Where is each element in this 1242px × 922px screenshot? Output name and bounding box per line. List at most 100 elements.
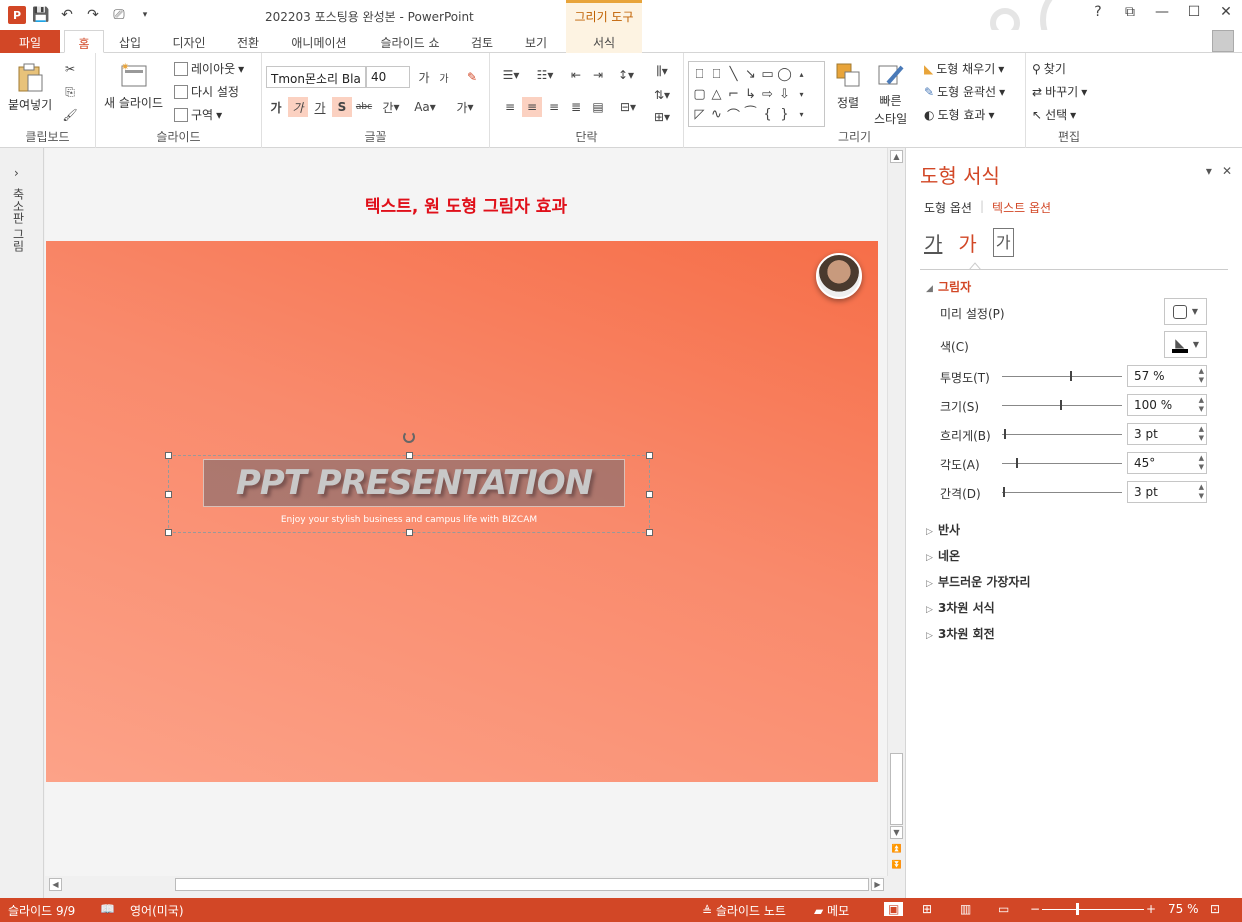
profile-photo-circle[interactable] — [816, 253, 862, 299]
increase-indent-icon[interactable]: ⇥ — [588, 65, 608, 85]
pane-close-icon[interactable]: ✕ — [1222, 164, 1232, 178]
cut-icon[interactable]: ✂ — [60, 59, 80, 79]
fit-slide-icon[interactable]: ⊡ — [1210, 902, 1220, 916]
shape-fill-button[interactable]: ◣ 도형 채우기 ▾ — [924, 60, 1004, 77]
clear-formatting-icon[interactable]: ✎ — [462, 67, 482, 87]
slide-sorter-icon[interactable]: ⊞ — [922, 902, 932, 916]
tab-file[interactable]: 파일 — [0, 30, 60, 53]
text-fill-outline-icon[interactable]: 가 — [924, 228, 942, 257]
text-columns-icon[interactable]: ⊟▾ — [614, 97, 642, 117]
tab-transitions[interactable]: 전환 — [226, 30, 270, 53]
bold-button[interactable]: 가 — [266, 97, 286, 117]
find-button[interactable]: ⚲ 찾기 — [1032, 60, 1066, 77]
zoom-slider[interactable] — [1042, 909, 1144, 910]
zoom-out-icon[interactable]: − — [1030, 902, 1040, 916]
tab-shape-options[interactable]: 도형 옵션 — [924, 199, 972, 216]
language-indicator[interactable]: 영어(미국) — [130, 902, 184, 919]
normal-view-icon[interactable]: ▣ — [884, 902, 904, 916]
grow-font-icon[interactable]: 가 — [414, 67, 434, 87]
strikethrough-button[interactable]: abc — [354, 97, 374, 117]
horizontal-scrollbar[interactable]: ◀ ▶ — [45, 876, 887, 893]
slide-position[interactable]: 슬라이드 9/9 — [8, 902, 75, 919]
arrange-button[interactable]: 정렬 — [834, 61, 862, 111]
transparency-spinner[interactable]: 57 % ▲ ▼ — [1127, 365, 1207, 387]
align-text-icon[interactable]: ⊞▾ — [648, 107, 676, 127]
textbox-shape-icon[interactable]: ⎕ — [691, 64, 708, 84]
blur-spinner[interactable]: 3 pt ▲ ▼ — [1127, 423, 1207, 445]
slide-canvas[interactable]: PPT PRESENTATION Enjoy your stylish busi… — [46, 241, 878, 782]
undo-icon[interactable]: ↶ — [56, 5, 78, 25]
rotate-handle-icon[interactable] — [403, 431, 415, 443]
columns-icon[interactable]: ⫼▾ — [648, 61, 676, 81]
triangle-shape-icon[interactable]: △ — [708, 84, 725, 104]
vertical-scroll-thumb[interactable] — [890, 753, 903, 825]
shape-outline-button[interactable]: ✎ 도형 윤곽선 ▾ — [924, 83, 1005, 100]
next-slide-icon[interactable]: ⏬ — [890, 859, 903, 872]
select-button[interactable]: ↖ 선택 ▾ — [1032, 106, 1076, 123]
tab-view[interactable]: 보기 — [512, 30, 560, 53]
character-spacing-button[interactable]: 간 ▾ — [376, 97, 406, 117]
resize-handle[interactable] — [165, 452, 172, 459]
section-3d-format[interactable]: ▷ 3차원 서식 — [926, 599, 995, 616]
line-shape-icon[interactable]: ╲ — [725, 64, 742, 84]
paste-button[interactable]: 붙여넣기 — [8, 61, 52, 113]
reading-view-icon[interactable]: ▥ — [960, 902, 971, 916]
section-button[interactable]: 구역 ▾ — [174, 106, 222, 123]
quick-styles-button[interactable]: 빠른 스타일 — [874, 61, 907, 127]
reset-button[interactable]: 다시 설정 — [174, 83, 239, 100]
oval-shape-icon[interactable]: ◯ — [776, 64, 793, 84]
textbox-icon[interactable]: 가 — [992, 228, 1014, 257]
spinner-arrows-icon[interactable]: ▲ ▼ — [1199, 396, 1204, 414]
shapes-gallery[interactable]: ⎕ ⎕ ╲ ↘ ▭ ◯ ▴ ▢ △ ⌐ ↳ ⇨ ⇩ ▾ ◸ ∿ ⌒ ⁀{} ▾ — [688, 61, 825, 127]
copy-icon[interactable]: ⎘ — [60, 82, 80, 102]
elbow-arrow-shape-icon[interactable]: ↳ — [742, 84, 759, 104]
tab-format[interactable]: 서식 — [566, 30, 642, 53]
section-glow[interactable]: ▷ 네온 — [926, 547, 960, 564]
shape-effects-button[interactable]: ◐ 도형 효과 ▾ — [924, 106, 995, 123]
scroll-left-icon[interactable]: ◀ — [49, 878, 62, 891]
bullets-icon[interactable]: ☰▾ — [496, 65, 526, 85]
text-effects-icon[interactable]: 가 — [958, 228, 976, 257]
curve-shape-icon[interactable]: ⁀ — [742, 104, 759, 124]
line-spacing-icon[interactable]: ↕▾ — [612, 65, 640, 85]
redo-icon[interactable]: ↷ — [82, 5, 104, 25]
new-slide-button[interactable]: ✷ 새 슬라이드 — [104, 61, 163, 111]
section-shadow[interactable]: ◢ 그림자 — [926, 278, 971, 295]
comments-button[interactable]: ▰ 메모 — [814, 902, 849, 919]
rounded-rect-shape-icon[interactable]: ▢ — [691, 84, 708, 104]
distance-slider[interactable] — [1002, 487, 1122, 497]
arrow-line-shape-icon[interactable]: ↘ — [742, 64, 759, 84]
notes-button[interactable]: ≜ 슬라이드 노트 — [702, 902, 786, 919]
angle-spinner[interactable]: 45° ▲ ▼ — [1127, 452, 1207, 474]
font-size-combobox[interactable]: 40 — [366, 66, 410, 88]
scroll-down-icon[interactable]: ▼ — [890, 826, 903, 839]
italic-button[interactable]: 가 — [288, 97, 308, 117]
rectangle-shape-icon[interactable]: ▭ — [759, 64, 776, 84]
slider-knob[interactable] — [1004, 429, 1006, 439]
resize-handle[interactable] — [646, 452, 653, 459]
color-dropdown[interactable]: ◣ ▼ — [1164, 331, 1207, 358]
slideshow-icon[interactable]: ▭ — [998, 902, 1009, 916]
align-center-icon[interactable]: ≡ — [522, 97, 542, 117]
slide-heading[interactable]: 텍스트, 원 도형 그림자 효과 — [45, 192, 887, 217]
layout-button[interactable]: 레이아웃 ▾ — [174, 60, 244, 77]
spinner-arrows-icon[interactable]: ▲ ▼ — [1199, 367, 1204, 385]
size-slider[interactable] — [1002, 400, 1122, 410]
text-shadow-button[interactable]: S — [332, 97, 352, 117]
spinner-arrows-icon[interactable]: ▲ ▼ — [1199, 483, 1204, 501]
font-name-combobox[interactable]: Tmon몬소리 Bla — [266, 66, 366, 88]
freeform-shape-icon[interactable]: ◸ — [691, 104, 708, 124]
scroll-up-icon[interactable]: ▲ — [890, 150, 903, 163]
thumbnail-pane-label[interactable]: 축소판 그림 — [10, 188, 27, 252]
slider-knob[interactable] — [1016, 458, 1018, 468]
resize-handle[interactable] — [406, 452, 413, 459]
resize-handle[interactable] — [646, 491, 653, 498]
slide-subtitle-text[interactable]: Enjoy your stylish business and campus l… — [168, 515, 650, 525]
powerpoint-logo-icon[interactable]: P — [8, 6, 26, 24]
elbow-connector-shape-icon[interactable]: ⌐ — [725, 84, 742, 104]
preset-dropdown[interactable]: ▼ — [1164, 298, 1207, 325]
tab-animations[interactable]: 애니메이션 — [278, 30, 360, 53]
tab-review[interactable]: 검토 — [460, 30, 504, 53]
ribbon-display-options-icon[interactable]: ⧉ — [1120, 4, 1140, 20]
vertical-scrollbar[interactable]: ▲ ▼ ⏫ ⏬ — [887, 148, 904, 876]
